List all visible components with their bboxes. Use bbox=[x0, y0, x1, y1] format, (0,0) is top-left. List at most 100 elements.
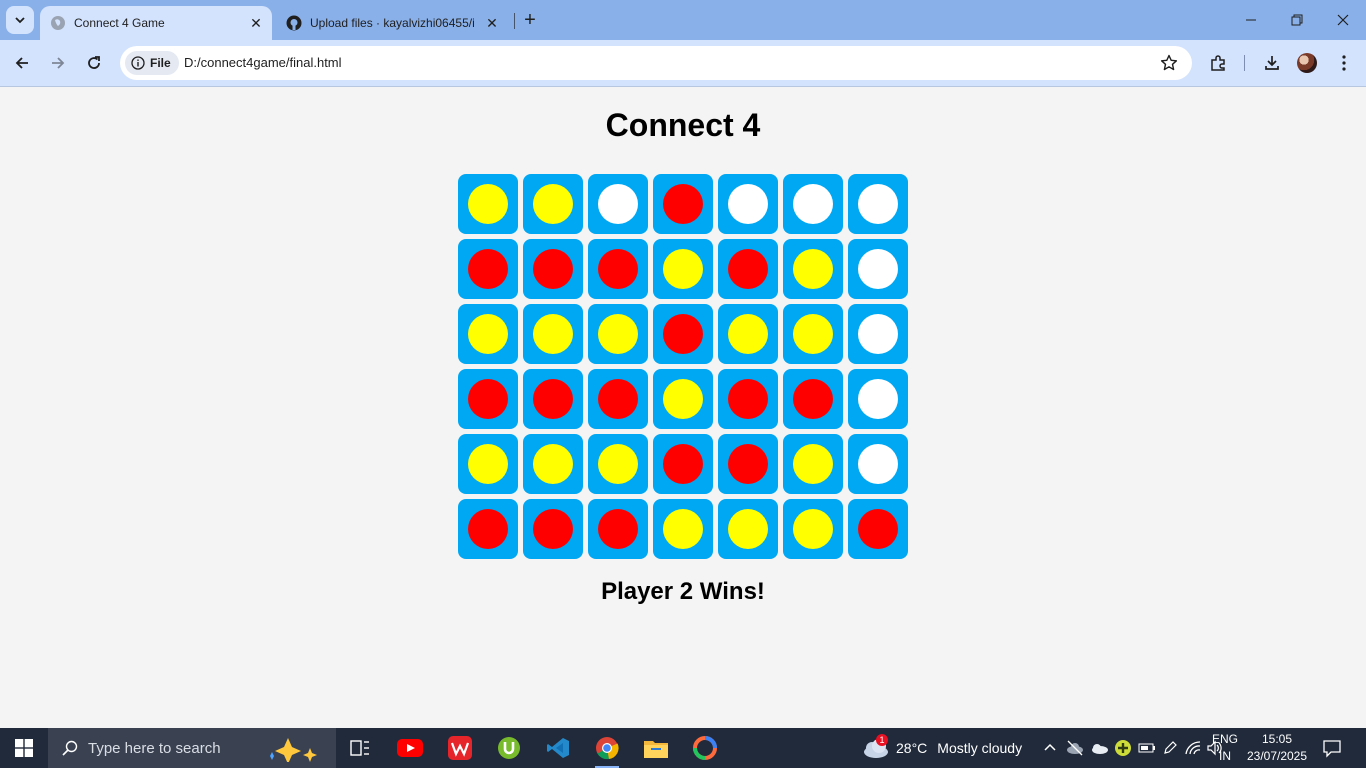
red-disc bbox=[533, 509, 573, 549]
board-cell[interactable] bbox=[783, 499, 843, 559]
vscode-icon[interactable] bbox=[538, 732, 578, 764]
weather-widget[interactable]: 1 28°C Mostly cloudy bbox=[862, 728, 1022, 768]
board-cell[interactable] bbox=[458, 174, 518, 234]
url-text[interactable]: D:/connect4game/final.html bbox=[184, 46, 342, 80]
board-cell[interactable] bbox=[588, 369, 648, 429]
utorrent-icon[interactable] bbox=[489, 732, 529, 764]
github-icon bbox=[286, 15, 302, 31]
start-button[interactable] bbox=[0, 728, 48, 768]
board-cell[interactable] bbox=[848, 434, 908, 494]
reload-button[interactable] bbox=[80, 49, 108, 77]
board-cell[interactable] bbox=[718, 304, 778, 364]
board-cell[interactable] bbox=[523, 304, 583, 364]
board-cell[interactable] bbox=[588, 434, 648, 494]
board-cell[interactable] bbox=[718, 239, 778, 299]
battery-icon[interactable] bbox=[1138, 742, 1156, 754]
clock-time: 15:05 bbox=[1261, 732, 1293, 746]
chrome-icon[interactable] bbox=[587, 732, 627, 768]
download-icon[interactable] bbox=[1262, 53, 1282, 73]
tab-upload-files[interactable]: Upload files · kayalvizhi06455/i ✕ bbox=[276, 6, 508, 40]
board-cell[interactable] bbox=[588, 174, 648, 234]
board-cell[interactable] bbox=[783, 434, 843, 494]
board-cell[interactable] bbox=[588, 304, 648, 364]
board-cell[interactable] bbox=[653, 434, 713, 494]
board-cell[interactable] bbox=[653, 499, 713, 559]
yellow-disc bbox=[728, 509, 768, 549]
cloud-off-icon[interactable] bbox=[1066, 740, 1084, 756]
board-cell[interactable] bbox=[458, 369, 518, 429]
board-cell[interactable] bbox=[458, 499, 518, 559]
windows-logo-icon bbox=[15, 739, 33, 757]
info-icon bbox=[131, 56, 145, 70]
board-cell[interactable] bbox=[523, 174, 583, 234]
taskbar-search[interactable]: Type here to search bbox=[48, 728, 336, 768]
red-disc bbox=[663, 444, 703, 484]
board-cell[interactable] bbox=[523, 434, 583, 494]
weather-temp: 28°C bbox=[896, 740, 928, 756]
show-hidden-icons-chevron-icon[interactable] bbox=[1042, 740, 1058, 756]
address-bar[interactable]: File D:/connect4game/final.html bbox=[120, 46, 1192, 80]
wps-office-icon[interactable] bbox=[440, 732, 480, 764]
board-cell[interactable] bbox=[523, 239, 583, 299]
bookmark-star-icon[interactable] bbox=[1160, 54, 1178, 72]
board-cell[interactable] bbox=[718, 499, 778, 559]
profile-avatar[interactable] bbox=[1297, 53, 1317, 73]
board-cell[interactable] bbox=[523, 499, 583, 559]
minimize-icon[interactable] bbox=[1228, 0, 1274, 40]
board-cell[interactable] bbox=[848, 239, 908, 299]
restore-icon[interactable] bbox=[1274, 0, 1320, 40]
yellow-disc bbox=[663, 509, 703, 549]
health-icon[interactable] bbox=[1114, 739, 1132, 757]
board-cell[interactable] bbox=[588, 239, 648, 299]
extensions-icon[interactable] bbox=[1208, 53, 1228, 73]
board-cell[interactable] bbox=[718, 174, 778, 234]
wifi-icon[interactable] bbox=[1184, 740, 1202, 756]
board-cell[interactable] bbox=[653, 304, 713, 364]
forward-button[interactable] bbox=[44, 49, 72, 77]
language-code: ENG bbox=[1211, 732, 1238, 746]
empty-slot bbox=[598, 184, 638, 224]
board-cell[interactable] bbox=[783, 174, 843, 234]
board-cell[interactable] bbox=[848, 304, 908, 364]
board-cell[interactable] bbox=[848, 174, 908, 234]
search-placeholder: Type here to search bbox=[88, 739, 221, 757]
file-explorer-icon[interactable] bbox=[636, 732, 676, 764]
window-close-icon[interactable] bbox=[1320, 0, 1366, 40]
board-cell[interactable] bbox=[458, 239, 518, 299]
game-status: Player 2 Wins! bbox=[601, 578, 765, 605]
language-indicator[interactable]: ENG IN bbox=[1210, 731, 1240, 765]
back-button[interactable] bbox=[8, 49, 36, 77]
board-cell[interactable] bbox=[653, 369, 713, 429]
new-tab-button[interactable]: + bbox=[518, 8, 542, 32]
board-cell[interactable] bbox=[848, 369, 908, 429]
clock[interactable]: 15:05 23/07/2025 bbox=[1246, 731, 1308, 765]
site-info-chip[interactable]: File bbox=[125, 51, 179, 75]
board-cell[interactable] bbox=[653, 174, 713, 234]
onedrive-icon[interactable] bbox=[1090, 741, 1108, 755]
weather-condition: Mostly cloudy bbox=[937, 740, 1023, 756]
board-cell[interactable] bbox=[848, 499, 908, 559]
task-view-icon[interactable] bbox=[340, 732, 380, 764]
board-cell[interactable] bbox=[783, 369, 843, 429]
youtube-icon[interactable] bbox=[390, 732, 430, 764]
close-tab-icon[interactable]: ✕ bbox=[482, 13, 502, 33]
tab-search-button[interactable] bbox=[6, 6, 34, 34]
browser-toolbar: File D:/connect4game/final.html bbox=[0, 40, 1366, 87]
tab-connect4[interactable]: Connect 4 Game ✕ bbox=[40, 6, 272, 40]
board-cell[interactable] bbox=[588, 499, 648, 559]
red-disc bbox=[468, 249, 508, 289]
close-tab-icon[interactable]: ✕ bbox=[246, 13, 266, 33]
board-cell[interactable] bbox=[458, 434, 518, 494]
board-cell[interactable] bbox=[523, 369, 583, 429]
board-cell[interactable] bbox=[718, 369, 778, 429]
copilot-icon[interactable] bbox=[685, 732, 725, 764]
scheme-label: File bbox=[150, 56, 171, 70]
notification-icon[interactable] bbox=[1322, 738, 1342, 758]
menu-kebab-icon[interactable] bbox=[1334, 53, 1354, 73]
board-cell[interactable] bbox=[458, 304, 518, 364]
pen-icon[interactable] bbox=[1162, 740, 1178, 756]
board-cell[interactable] bbox=[783, 239, 843, 299]
board-cell[interactable] bbox=[718, 434, 778, 494]
board-cell[interactable] bbox=[653, 239, 713, 299]
board-cell[interactable] bbox=[783, 304, 843, 364]
